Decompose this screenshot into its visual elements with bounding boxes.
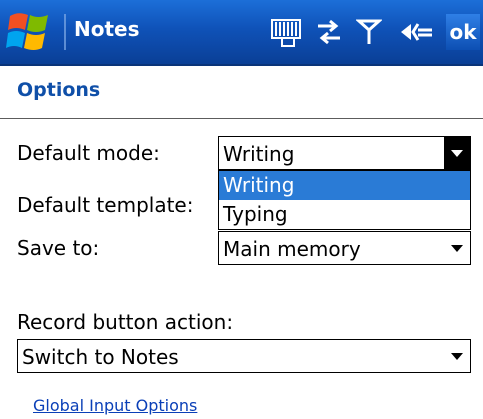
default-mode-label: Default mode: [17, 141, 160, 165]
title-bar: Notes ok [0, 0, 483, 66]
dropdown-arrow-button[interactable] [444, 232, 470, 264]
header-divider [0, 118, 483, 119]
start-button[interactable] [4, 6, 60, 58]
ok-button[interactable]: ok [446, 14, 480, 50]
chevron-down-icon [451, 149, 463, 157]
record-button-label: Record button action: [17, 310, 234, 334]
connectivity-icon[interactable] [314, 16, 344, 48]
dropdown-option-writing[interactable]: Writing [219, 171, 470, 200]
save-to-value: Main memory [223, 237, 361, 261]
title-separator [64, 14, 66, 50]
save-to-dropdown[interactable]: Main memory [218, 231, 471, 265]
chevron-down-icon [451, 244, 463, 252]
default-mode-dropdown[interactable]: Writing [218, 136, 471, 170]
save-to-label: Save to: [17, 236, 100, 260]
default-mode-list: Writing Typing [218, 170, 471, 230]
record-button-value: Switch to Notes [22, 345, 179, 369]
dropdown-option-typing[interactable]: Typing [219, 200, 470, 229]
record-button-dropdown[interactable]: Switch to Notes [17, 339, 471, 373]
app-title: Notes [74, 17, 140, 41]
dropdown-arrow-button[interactable] [444, 137, 470, 169]
windows-flag-icon [6, 13, 48, 50]
chevron-down-icon [451, 352, 463, 360]
dropdown-arrow-button[interactable] [444, 340, 470, 372]
volume-icon[interactable] [398, 16, 434, 48]
keyboard-icon[interactable] [268, 16, 304, 48]
default-template-label: Default template: [17, 193, 194, 217]
page-title: Options [17, 79, 101, 101]
default-mode-value: Writing [223, 142, 295, 166]
signal-icon[interactable] [356, 16, 382, 48]
global-input-options-link[interactable]: Global Input Options [33, 396, 197, 415]
